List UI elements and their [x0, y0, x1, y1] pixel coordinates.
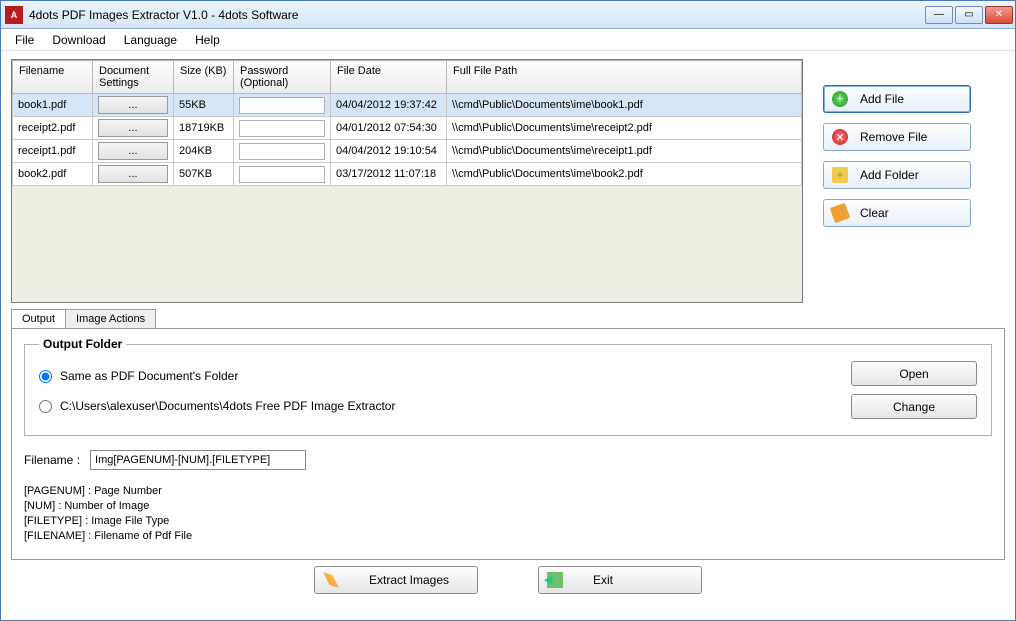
menubar: File Download Language Help: [1, 29, 1015, 51]
cell-path[interactable]: \\cmd\Public\Documents\ime\receipt2.pdf: [447, 117, 802, 140]
cell-date[interactable]: 04/04/2012 19:37:42: [331, 94, 447, 117]
folder-icon: +: [832, 167, 848, 183]
minimize-button[interactable]: —: [925, 6, 953, 24]
col-password[interactable]: Password (Optional): [234, 61, 331, 94]
col-fullpath[interactable]: Full File Path: [447, 61, 802, 94]
plus-icon: +: [832, 91, 848, 107]
cell-path[interactable]: \\cmd\Public\Documents\ime\book1.pdf: [447, 94, 802, 117]
hint-filename: [FILENAME] : Filename of Pdf File: [24, 529, 992, 544]
cell-docsettings: ...: [93, 94, 174, 117]
change-folder-button[interactable]: Change: [851, 394, 977, 419]
cell-size[interactable]: 204KB: [174, 140, 234, 163]
extract-icon: [323, 572, 339, 588]
docsettings-button[interactable]: ...: [98, 96, 168, 114]
cell-path[interactable]: \\cmd\Public\Documents\ime\book2.pdf: [447, 163, 802, 186]
extract-images-button[interactable]: Extract Images: [314, 566, 478, 594]
menu-file[interactable]: File: [15, 33, 34, 47]
remove-file-button[interactable]: ✕ Remove File: [823, 123, 971, 151]
add-folder-label: Add Folder: [860, 168, 919, 182]
hint-num: [NUM] : Number of Image: [24, 499, 992, 514]
cell-docsettings: ...: [93, 140, 174, 163]
docsettings-button[interactable]: ...: [98, 119, 168, 137]
cell-filename[interactable]: book1.pdf: [13, 94, 93, 117]
pattern-hints: [PAGENUM] : Page Number [NUM] : Number o…: [24, 484, 992, 543]
col-size[interactable]: Size (KB): [174, 61, 234, 94]
docsettings-button[interactable]: ...: [98, 165, 168, 183]
exit-label: Exit: [593, 573, 613, 587]
filename-pattern-input[interactable]: [90, 450, 306, 470]
file-grid[interactable]: Filename Document Settings Size (KB) Pas…: [11, 59, 803, 303]
open-folder-button[interactable]: Open: [851, 361, 977, 386]
menu-language[interactable]: Language: [124, 33, 177, 47]
tab-output[interactable]: Output: [11, 309, 66, 328]
cell-date[interactable]: 03/17/2012 11:07:18: [331, 163, 447, 186]
table-row[interactable]: book2.pdf... 507KB 03/17/2012 11:07:18\\cm…: [13, 163, 802, 186]
cell-docsettings: ...: [93, 117, 174, 140]
cell-password: [234, 140, 331, 163]
cell-password: [234, 117, 331, 140]
col-filename[interactable]: Filename: [13, 61, 93, 94]
maximize-button[interactable]: ▭: [955, 6, 983, 24]
hint-pagenum: [PAGENUM] : Page Number: [24, 484, 992, 499]
close-button[interactable]: ✕: [985, 6, 1013, 24]
password-input[interactable]: [239, 166, 325, 183]
cell-size[interactable]: 507KB: [174, 163, 234, 186]
cell-date[interactable]: 04/04/2012 19:10:54: [331, 140, 447, 163]
add-folder-button[interactable]: + Add Folder: [823, 161, 971, 189]
tabs: Output Image Actions: [11, 309, 1005, 328]
hint-filetype: [FILETYPE] : Image File Type: [24, 514, 992, 529]
docsettings-button[interactable]: ...: [98, 142, 168, 160]
output-folder-legend: Output Folder: [39, 337, 126, 351]
password-input[interactable]: [239, 120, 325, 137]
remove-file-label: Remove File: [860, 130, 927, 144]
eraser-icon: [830, 203, 851, 224]
cell-date[interactable]: 04/01/2012 07:54:30: [331, 117, 447, 140]
table-row[interactable]: receipt2.pdf... 18719KB 04/01/2012 07:54:3…: [13, 117, 802, 140]
radio-custom-folder[interactable]: [39, 400, 52, 413]
extract-label: Extract Images: [369, 573, 449, 587]
clear-label: Clear: [860, 206, 889, 220]
radio-same-folder-label: Same as PDF Document's Folder: [60, 369, 238, 383]
filename-label: Filename :: [24, 453, 80, 467]
exit-icon: [547, 572, 563, 588]
radio-same-folder[interactable]: [39, 370, 52, 383]
exit-button[interactable]: Exit: [538, 566, 702, 594]
col-docsettings[interactable]: Document Settings: [93, 61, 174, 94]
output-panel: Output Folder Same as PDF Document's Fol…: [11, 328, 1005, 560]
clear-button[interactable]: Clear: [823, 199, 971, 227]
col-filedate[interactable]: File Date: [331, 61, 447, 94]
titlebar: A 4dots PDF Images Extractor V1.0 - 4dot…: [1, 1, 1015, 29]
cell-password: [234, 163, 331, 186]
cell-path[interactable]: \\cmd\Public\Documents\ime\receipt1.pdf: [447, 140, 802, 163]
window-title: 4dots PDF Images Extractor V1.0 - 4dots …: [29, 8, 925, 22]
cell-size[interactable]: 55KB: [174, 94, 234, 117]
radio-custom-folder-label: C:\Users\alexuser\Documents\4dots Free P…: [60, 399, 395, 413]
remove-icon: ✕: [832, 129, 848, 145]
menu-download[interactable]: Download: [52, 33, 105, 47]
output-folder-group: Output Folder Same as PDF Document's Fol…: [24, 337, 992, 436]
cell-filename[interactable]: receipt2.pdf: [13, 117, 93, 140]
cell-filename[interactable]: receipt1.pdf: [13, 140, 93, 163]
table-row[interactable]: receipt1.pdf... 204KB 04/04/2012 19:10:54\…: [13, 140, 802, 163]
add-file-button[interactable]: + Add File: [823, 85, 971, 113]
password-input[interactable]: [239, 143, 325, 160]
cell-size[interactable]: 18719KB: [174, 117, 234, 140]
cell-filename[interactable]: book2.pdf: [13, 163, 93, 186]
tab-image-actions[interactable]: Image Actions: [65, 309, 156, 328]
app-window: A 4dots PDF Images Extractor V1.0 - 4dot…: [0, 0, 1016, 621]
cell-password: [234, 94, 331, 117]
table-row[interactable]: book1.pdf... 55KB 04/04/2012 19:37:42\\cmd…: [13, 94, 802, 117]
app-icon: A: [5, 6, 23, 24]
cell-docsettings: ...: [93, 163, 174, 186]
password-input[interactable]: [239, 97, 325, 114]
add-file-label: Add File: [860, 92, 904, 106]
menu-help[interactable]: Help: [195, 33, 220, 47]
